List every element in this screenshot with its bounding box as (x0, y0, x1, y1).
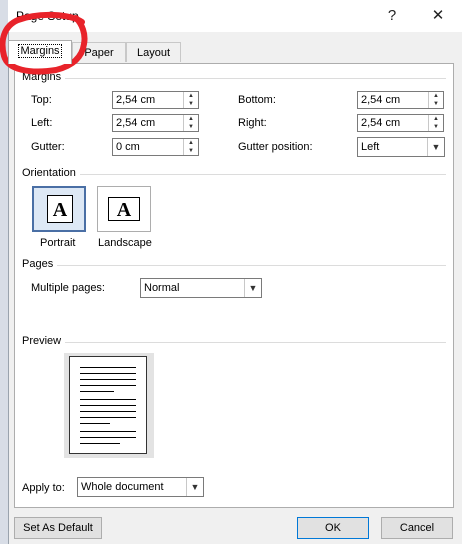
bottom-label: Bottom: (238, 94, 276, 106)
multiple-pages-label: Multiple pages: (31, 282, 105, 294)
preview-page (69, 356, 147, 454)
spinner-arrows[interactable]: ▲ ▼ (183, 92, 198, 108)
portrait-button[interactable]: A (32, 186, 86, 232)
set-as-default-button[interactable]: Set As Default (14, 517, 102, 539)
right-margin-value: 2,54 cm (361, 117, 401, 129)
tab-margins-label: Margins (18, 44, 62, 58)
bottom-margin-spinner[interactable]: 2,54 cm ▲ ▼ (357, 91, 444, 109)
spin-down-icon[interactable]: ▼ (184, 147, 198, 155)
gutter-position-select[interactable]: Left ▼ (357, 137, 445, 157)
chevron-down-icon[interactable]: ▼ (244, 279, 261, 297)
background-window-edge (0, 0, 8, 544)
apply-to-value: Whole document (81, 481, 164, 493)
spinner-arrows[interactable]: ▲ ▼ (428, 115, 443, 131)
gutter-position-value: Left (361, 141, 380, 153)
multiple-pages-value: Normal (144, 282, 180, 294)
margins-group-label: Margins (22, 71, 66, 83)
spinner-arrows[interactable]: ▲ ▼ (183, 115, 198, 131)
bottom-margin-value: 2,54 cm (361, 94, 401, 106)
preview-group-label: Preview (22, 335, 66, 347)
gutter-value: 0 cm (116, 141, 140, 153)
apply-to-select[interactable]: Whole document ▼ (77, 477, 204, 497)
help-button[interactable]: ? (377, 4, 407, 28)
orientation-group-label: Orientation (22, 167, 80, 179)
top-margin-spinner[interactable]: 2,54 cm ▲ ▼ (112, 91, 199, 109)
left-margin-spinner[interactable]: 2,54 cm ▲ ▼ (112, 114, 199, 132)
right-margin-spinner[interactable]: 2,54 cm ▲ ▼ (357, 114, 444, 132)
tab-layout[interactable]: Layout (126, 42, 181, 62)
margins-group-line (22, 78, 446, 79)
left-label: Left: (31, 117, 53, 129)
gutter-position-label: Gutter position: (238, 141, 313, 153)
tab-margins[interactable]: Margins (8, 40, 72, 64)
top-label: Top: (31, 94, 52, 106)
chevron-down-icon[interactable]: ▼ (186, 478, 203, 496)
pages-group-line (22, 265, 446, 266)
spin-up-icon[interactable]: ▲ (429, 92, 443, 100)
spin-up-icon[interactable]: ▲ (429, 115, 443, 123)
portrait-page-icon: A (47, 195, 73, 223)
close-button[interactable]: ✕ (423, 4, 453, 28)
spin-down-icon[interactable]: ▼ (429, 100, 443, 108)
right-label: Right: (238, 117, 267, 129)
top-margin-value: 2,54 cm (116, 94, 156, 106)
spinner-arrows[interactable]: ▲ ▼ (183, 139, 198, 155)
preview-group-line (22, 342, 446, 343)
spin-up-icon[interactable]: ▲ (184, 139, 198, 147)
spin-down-icon[interactable]: ▼ (184, 100, 198, 108)
tab-paper[interactable]: Paper (72, 42, 126, 62)
gutter-label: Gutter: (31, 141, 65, 153)
landscape-button[interactable]: A (97, 186, 151, 232)
spin-down-icon[interactable]: ▼ (429, 123, 443, 131)
spin-up-icon[interactable]: ▲ (184, 115, 198, 123)
landscape-page-icon: A (108, 197, 140, 221)
cancel-button[interactable]: Cancel (381, 517, 453, 539)
dialog-title: Page Setup (16, 9, 79, 23)
landscape-label: Landscape (98, 237, 152, 249)
chevron-down-icon[interactable]: ▼ (427, 138, 444, 156)
portrait-label: Portrait (40, 237, 76, 249)
spin-down-icon[interactable]: ▼ (184, 123, 198, 131)
multiple-pages-select[interactable]: Normal ▼ (140, 278, 262, 298)
spinner-arrows[interactable]: ▲ ▼ (428, 92, 443, 108)
pages-group-label: Pages (22, 258, 58, 270)
apply-to-label: Apply to: (22, 482, 65, 494)
spin-up-icon[interactable]: ▲ (184, 92, 198, 100)
orientation-group-line (22, 174, 446, 175)
left-margin-value: 2,54 cm (116, 117, 156, 129)
ok-button[interactable]: OK (297, 517, 369, 539)
gutter-spinner[interactable]: 0 cm ▲ ▼ (112, 138, 199, 156)
